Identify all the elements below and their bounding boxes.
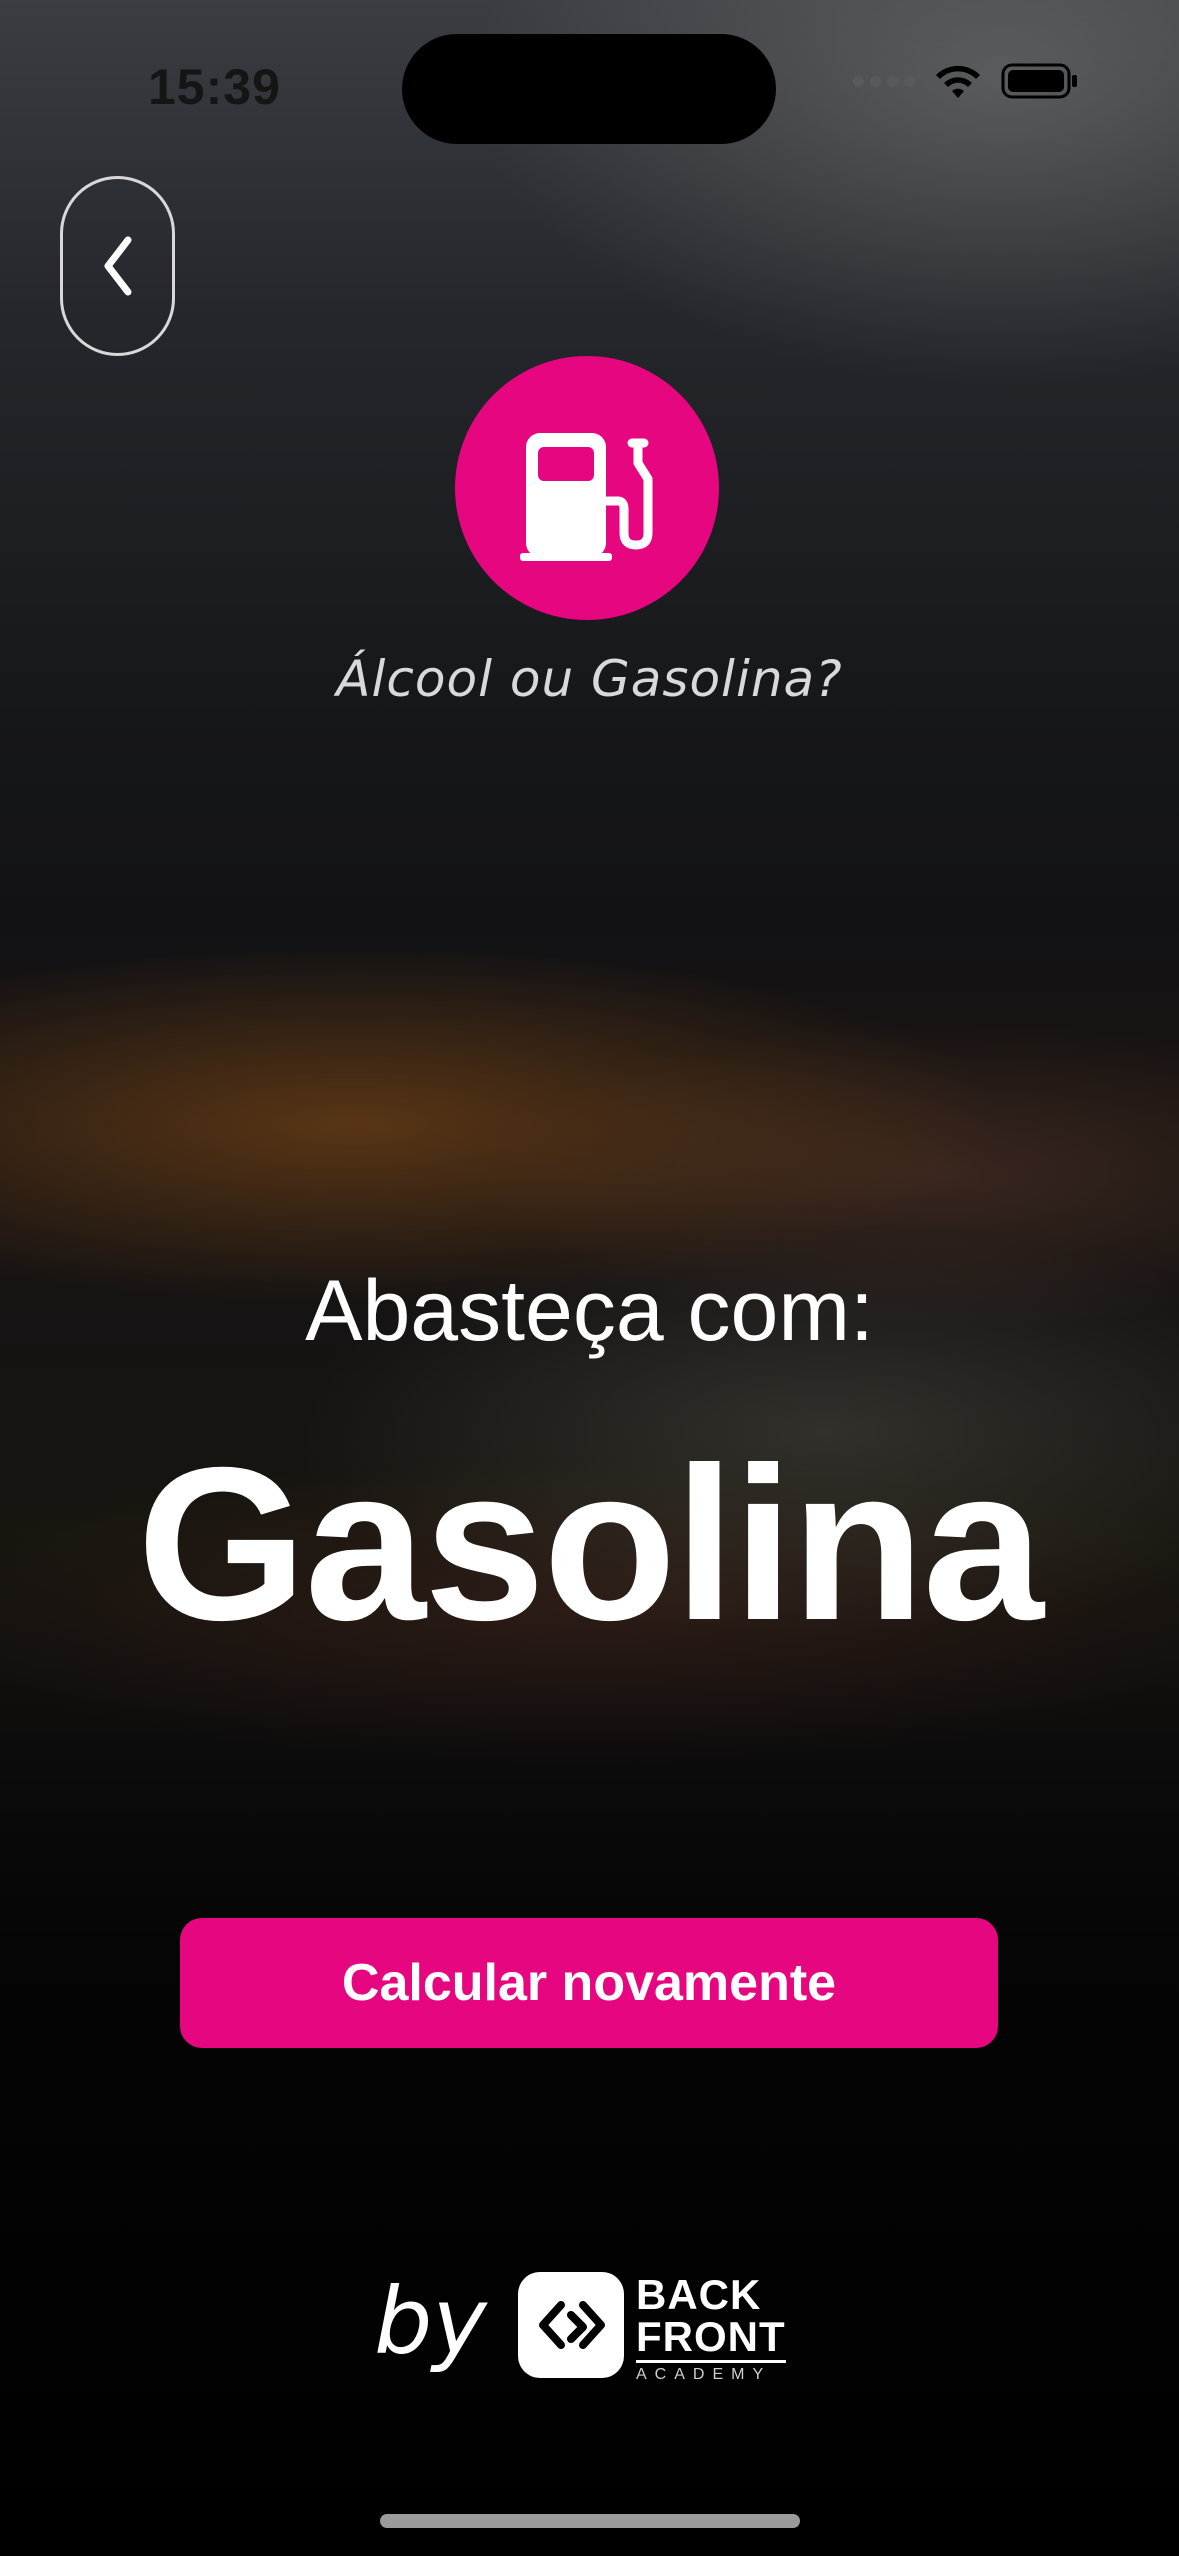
status-time: 15:39 [148,59,281,115]
battery-icon [1001,62,1079,100]
brand-line-back: BACK [636,2271,762,2318]
status-icons [853,62,1079,100]
fuel-pump-icon [520,433,653,561]
brand-line-front: FRONT [636,2316,786,2363]
chevron-left-icon [104,236,131,296]
home-indicator[interactable] [380,2514,800,2528]
brand-line-academy: ACADEMY [636,2366,772,2383]
result-screen: 15:39 Álcool ou Gasolina? Abasteça com: … [0,0,1179,2556]
back-button[interactable] [60,176,175,356]
app-logo [455,356,719,620]
brand-wordmark: BACK FRONT ACADEMY [636,2274,786,2383]
by-label: by [374,2268,487,2375]
dynamic-island [402,34,776,144]
recalculate-button[interactable]: Calcular novamente [180,1918,998,2048]
app-title: Álcool ou Gasolina? [336,650,843,708]
backfront-logo-icon [518,2272,624,2378]
wifi-icon [933,62,983,100]
cellular-signal-icon [853,75,915,87]
result-label: Abasteça com: [305,1263,874,1359]
result-value: Gasolina [137,1423,1044,1666]
